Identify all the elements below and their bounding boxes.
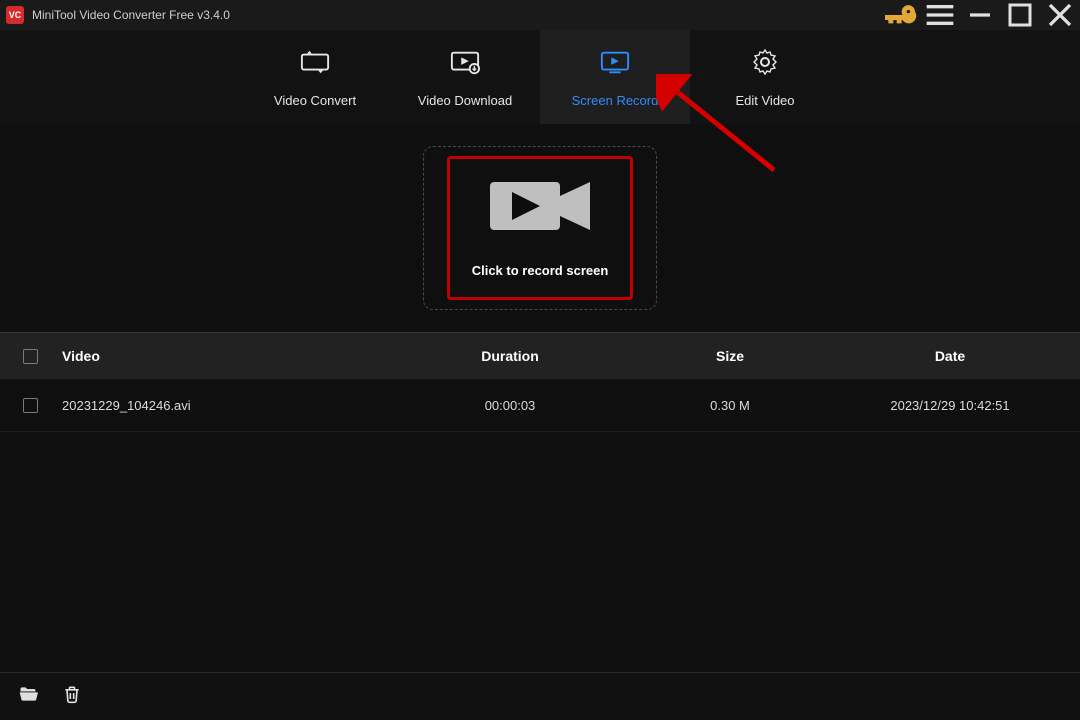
camera-icon	[490, 178, 590, 239]
bottom-bar	[0, 672, 1080, 720]
tab-label: Video Download	[418, 93, 512, 108]
header-size: Size	[620, 348, 840, 364]
upgrade-key-icon[interactable]	[880, 0, 920, 30]
tab-screen-record[interactable]: Screen Record	[540, 30, 690, 124]
close-button[interactable]	[1040, 0, 1080, 30]
tab-label: Edit Video	[735, 93, 794, 108]
app-icon: VC	[6, 6, 24, 24]
delete-button[interactable]	[62, 684, 82, 709]
header-date: Date	[840, 348, 1080, 364]
tab-video-download[interactable]: Video Download	[390, 30, 540, 124]
menu-icon[interactable]	[920, 0, 960, 30]
recordings-table: Video Duration Size Date 20231229_104246…	[0, 332, 1080, 432]
record-caption: Click to record screen	[472, 263, 609, 278]
cell-duration: 00:00:03	[400, 398, 620, 413]
tab-edit-video[interactable]: Edit Video	[690, 30, 840, 124]
tab-video-convert[interactable]: Video Convert	[240, 30, 390, 124]
record-dropzone[interactable]: Click to record screen	[423, 146, 657, 310]
record-button[interactable]: Click to record screen	[447, 156, 633, 300]
tab-label: Screen Record	[572, 93, 659, 108]
window-title: MiniTool Video Converter Free v3.4.0	[32, 8, 230, 22]
header-duration: Duration	[400, 348, 620, 364]
maximize-button[interactable]	[1000, 0, 1040, 30]
cell-date: 2023/12/29 10:42:51	[840, 398, 1080, 413]
table-header: Video Duration Size Date	[0, 332, 1080, 380]
tab-label: Video Convert	[274, 93, 356, 108]
main-toolbar: Video Convert Video Download Screen Reco…	[0, 30, 1080, 124]
cell-size: 0.30 M	[620, 398, 840, 413]
titlebar: VC MiniTool Video Converter Free v3.4.0	[0, 0, 1080, 30]
cell-video: 20231229_104246.avi	[60, 398, 400, 413]
record-zone: Click to record screen	[0, 124, 1080, 332]
table-row[interactable]: 20231229_104246.avi 00:00:03 0.30 M 2023…	[0, 380, 1080, 432]
header-video: Video	[60, 348, 400, 364]
row-checkbox[interactable]	[23, 398, 38, 413]
select-all-checkbox[interactable]	[23, 349, 38, 364]
open-folder-button[interactable]	[18, 684, 38, 709]
minimize-button[interactable]	[960, 0, 1000, 30]
